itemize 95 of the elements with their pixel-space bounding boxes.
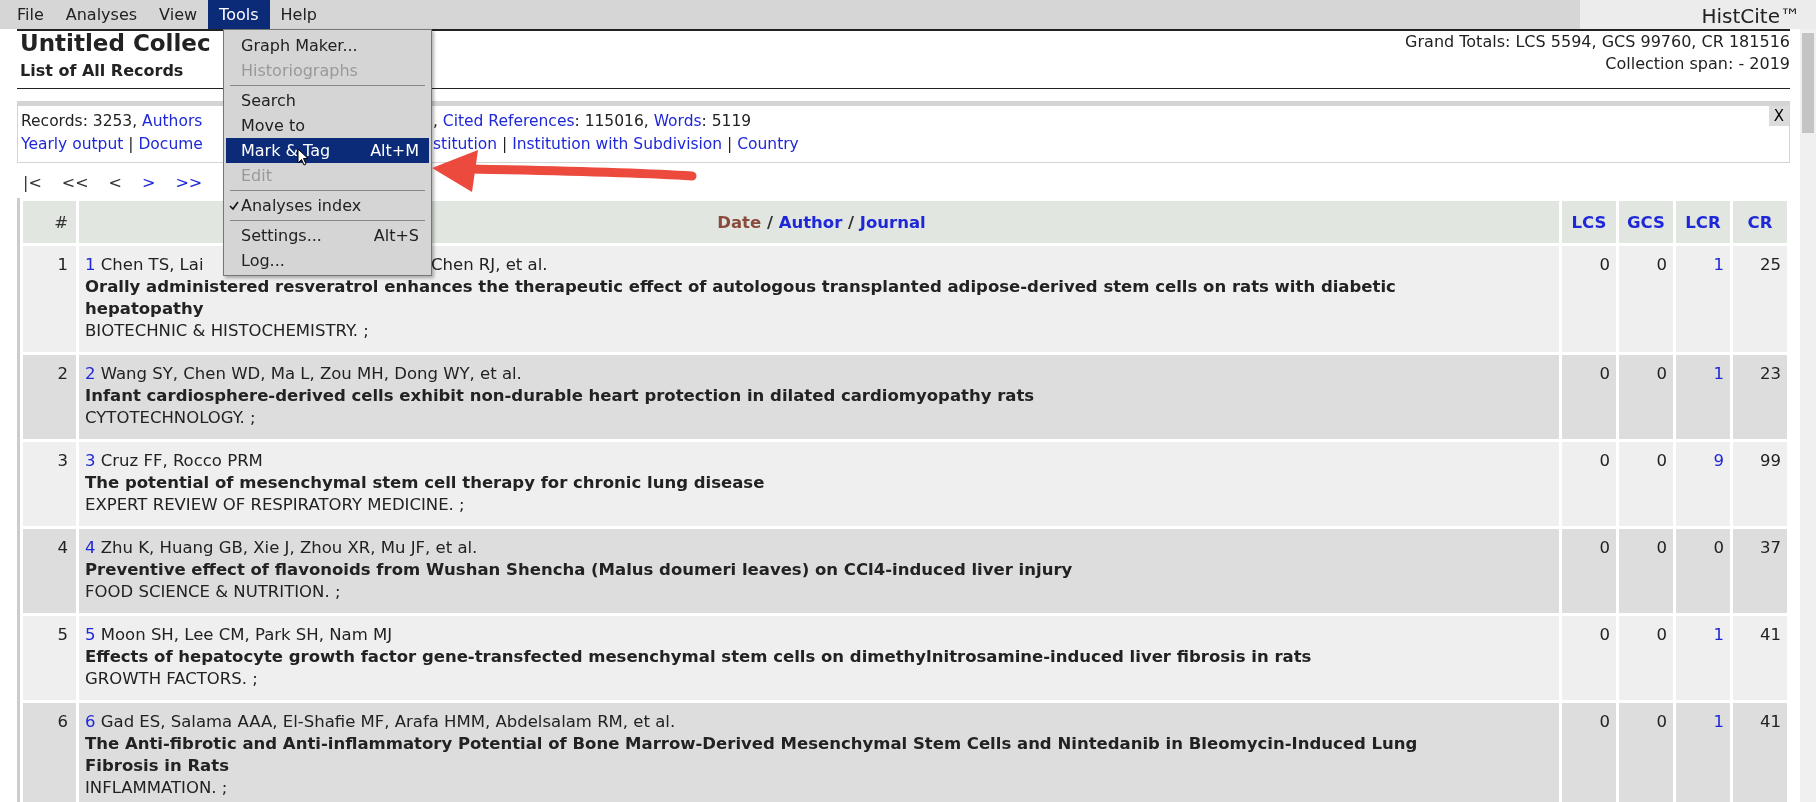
- record-authors: Cruz FF, Rocco PRM: [100, 451, 263, 470]
- summary-link[interactable]: Cited References: [442, 110, 575, 133]
- table-cell: 0: [1562, 355, 1616, 439]
- menu-item[interactable]: View: [148, 0, 209, 29]
- record-link[interactable]: 4: [85, 538, 96, 557]
- record-authors: Gad ES, Salama AAA, El-Shafie MF, Arafa HMM, Abdelsalam RM, et al.: [100, 712, 676, 731]
- grand-totals: Grand Totals: LCS 5594, GCS 99760, CR 181516: [1405, 31, 1790, 53]
- table-link[interactable]: 1: [1676, 246, 1730, 352]
- record-link[interactable]: 1: [85, 255, 96, 274]
- row-number: 3: [23, 442, 76, 526]
- summary-link[interactable]: Words: [653, 110, 702, 133]
- record-link[interactable]: 3: [85, 451, 96, 470]
- record-journal: CYTOTECHNOLOGY. ;: [85, 407, 257, 429]
- record-link[interactable]: 5: [85, 625, 96, 644]
- close-button[interactable]: X: [1768, 106, 1789, 126]
- table-cell: 0: [1676, 529, 1730, 613]
- record-title: The Anti-fibrotic and Anti-inflammatory Potential of Bone Marrow-Derived Mesenchymal Stem Cells and Nintedanib in Bleomycin-Induced Lung Fibrosis in Rats: [85, 733, 1419, 777]
- record-journal: GROWTH FACTORS. ;: [85, 668, 259, 690]
- record-journal: FOOD SCIENCE & NUTRITION. ;: [85, 581, 342, 603]
- record-link[interactable]: 2: [85, 364, 96, 383]
- table-cell: 0: [1619, 703, 1673, 802]
- menu-item[interactable]: Help: [269, 0, 328, 29]
- summary-link[interactable]: Docume: [138, 133, 203, 156]
- column-header: #: [23, 201, 76, 243]
- table-cell: 0: [1562, 246, 1616, 352]
- row-number: 4: [23, 529, 76, 613]
- summary-text: Yearly output | Docume: [21, 135, 203, 153]
- row-number: 5: [23, 616, 76, 700]
- summary-link[interactable]: Country: [737, 133, 799, 156]
- table-link[interactable]: 9: [1676, 442, 1730, 526]
- table-cell: 41: [1733, 703, 1787, 802]
- summary-link[interactable]: Authors: [142, 110, 203, 133]
- pager-link[interactable]: >>: [175, 173, 203, 192]
- row-number: 2: [23, 355, 76, 439]
- row-number: 1: [23, 246, 76, 352]
- table-cell: 0: [1619, 529, 1673, 613]
- table-cell: 23: [1733, 355, 1787, 439]
- collection-span: Collection span: - 2019: [1604, 53, 1790, 75]
- pager-link[interactable]: |<: [23, 173, 42, 192]
- menu-item[interactable]: Graph Maker...: [226, 33, 429, 58]
- summary-link[interactable]: Institution with Subdivision: [512, 133, 723, 156]
- record-title: Infant cardiosphere-derived cells exhibit non-durable heart protection in dilated cardiomyopathy rats: [85, 385, 1036, 407]
- record-title: Effects of hepatocyte growth factor gene-transfected mesenchymal stem cells on dimethylnitrosamine-induced liver fibrosis in rats: [85, 646, 1313, 668]
- table-cell: 25: [1733, 246, 1787, 352]
- table-cell: 0: [1619, 442, 1673, 526]
- record-journal: INFLAMMATION. ;: [85, 777, 229, 799]
- record-authors: Moon SH, Lee CM, Park SH, Nam MJ: [100, 625, 393, 644]
- check-icon: [229, 200, 239, 211]
- table-link[interactable]: 1: [1676, 703, 1730, 802]
- column-header: CR: [1733, 201, 1787, 243]
- collection-title: Untitled Collec: [20, 31, 211, 55]
- table-cell: 0: [1562, 529, 1616, 613]
- pager-link[interactable]: >: [142, 173, 156, 192]
- record-title: Orally administered resveratrol enhances the therapeutic effect of autologous transplanted adipose-derived stem cells on rats with diabetic hepatopathy: [85, 276, 1397, 320]
- row-number: 6: [23, 703, 76, 802]
- record-journal: EXPERT REVIEW OF RESPIRATORY MEDICINE. ;: [85, 494, 466, 516]
- record-link[interactable]: 6: [85, 712, 96, 731]
- summary-text: stitution | Institution with Subdivision | Country: [433, 135, 799, 153]
- column-header: GCS: [1619, 201, 1673, 243]
- table-cell: 0: [1562, 703, 1616, 802]
- table-cell: 99: [1733, 442, 1787, 526]
- table-cell: 0: [1619, 246, 1673, 352]
- list-heading: List of All Records: [20, 61, 185, 80]
- menu-item[interactable]: Mark & Tag Alt+M: [226, 138, 429, 163]
- summary-link[interactable]: stitution: [433, 133, 498, 156]
- scrollbar[interactable]: [1800, 29, 1816, 802]
- record-journal: BIOTECHNIC & HISTOCHEMISTRY. ;: [85, 320, 370, 342]
- table-cell: 0: [1562, 616, 1616, 700]
- record-authors: Zhu K, Huang GB, Xie J, Zhou XR, Mu JF, et al.: [100, 538, 478, 557]
- table-cell: 41: [1733, 616, 1787, 700]
- table-cell: 37: [1733, 529, 1787, 613]
- column-header: LCS: [1562, 201, 1616, 243]
- menu-item[interactable]: Move to: [226, 113, 429, 138]
- app-title: HistCite™: [1580, 0, 1816, 29]
- table-link[interactable]: 1: [1676, 616, 1730, 700]
- menu-item[interactable]: Log...: [226, 248, 429, 273]
- pager-link[interactable]: <: [108, 173, 122, 192]
- summary-link[interactable]: Yearly output: [21, 133, 124, 156]
- record-title: The potential of mesenchymal stem cell therapy for chronic lung disease: [85, 472, 766, 494]
- menu-item[interactable]: File: [6, 0, 55, 29]
- table-link[interactable]: 1: [1676, 355, 1730, 439]
- record-authors: Chen RJ, et al.: [431, 255, 548, 274]
- record-authors: Chen TS, Lai: [100, 255, 204, 274]
- summary-text: Records: 3253, Authors: [21, 112, 203, 130]
- menu-item[interactable]: Tools: [208, 0, 270, 29]
- table-cell: 0: [1619, 355, 1673, 439]
- column-header: LCR: [1676, 201, 1730, 243]
- menu-item[interactable]: Analyses: [54, 0, 149, 29]
- pager-link[interactable]: <<: [61, 173, 89, 192]
- menu-item[interactable]: Search: [226, 88, 429, 113]
- table-cell: 0: [1619, 616, 1673, 700]
- table-cell: 0: [1562, 442, 1616, 526]
- record-authors: Wang SY, Chen WD, Ma L, Zou MH, Dong WY, et al.: [100, 364, 522, 383]
- summary-text: , Cited References: 115016, Words: 5119: [433, 112, 752, 130]
- record-title: Preventive effect of flavonoids from Wushan Shencha (Malus doumeri leaves) on CCl4-induced liver injury: [85, 559, 1074, 581]
